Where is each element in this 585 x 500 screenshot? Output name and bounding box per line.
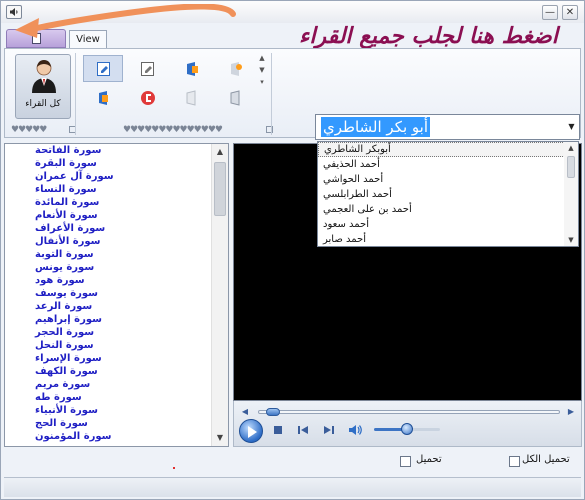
reader-combobox[interactable]: أبو بكر الشاطري ▼ (315, 114, 580, 140)
download-checkbox[interactable] (400, 456, 411, 467)
office-icon (187, 62, 198, 76)
view-icon (97, 62, 110, 76)
gallery-item-office-badge[interactable] (215, 55, 255, 82)
list-item[interactable]: سورة النساء (5, 183, 212, 196)
volume-thumb[interactable] (401, 423, 413, 435)
surah-list[interactable]: سورة الفاتحة سورة البقرة سورة آل عمران سورة… (5, 144, 212, 446)
reader-dropdown: أبوبكر الشاطري أحمد الحذيفي أحمد الحواشي أح… (317, 141, 579, 247)
gallery-item-office-2[interactable] (83, 84, 123, 111)
list-item[interactable]: سورة الفاتحة (5, 144, 212, 157)
gallery-item-view[interactable] (83, 55, 123, 82)
marker-dot (173, 467, 175, 469)
list-item[interactable]: أحمد الحواشي (318, 172, 565, 187)
previous-icon[interactable] (296, 423, 310, 437)
list-item[interactable]: سورة الكهف (5, 365, 212, 378)
list-item[interactable]: سورة الأعراف (5, 222, 212, 235)
group-divider (75, 53, 76, 135)
volume-icon[interactable] (348, 423, 362, 437)
surah-list-scrollbar[interactable]: ▲ ▼ (211, 144, 228, 446)
scroll-up-icon[interactable]: ▲ (214, 146, 226, 158)
gallery-item-office[interactable] (171, 55, 211, 82)
list-item[interactable]: سورة الحج (5, 417, 212, 430)
surah-list-panel: سورة الفاتحة سورة البقرة سورة آل عمران سورة… (4, 143, 229, 447)
list-item[interactable]: أحمد بن على العجمي (318, 202, 565, 217)
list-item[interactable]: أحمد الحذيفي (318, 157, 565, 172)
reader-dropdown-scrollbar[interactable]: ▲ ▼ (564, 142, 578, 246)
all-readers-label: كل القراء (25, 99, 61, 109)
reader-combobox-value[interactable]: أبو بكر الشاطري (321, 117, 431, 137)
list-item[interactable]: سورة إبراهيم (5, 313, 212, 326)
list-item[interactable]: أبوبكر الشاطري (318, 142, 565, 157)
list-item[interactable]: سورة يوسف (5, 287, 212, 300)
office-badge-icon (231, 62, 242, 76)
app-window: — ✕ اضغط هنا لجلب جميع القراء View كل ال… (0, 0, 585, 500)
reader-dropdown-list[interactable]: أبوبكر الشاطري أحمد الحذيفي أحمد الحواشي أح… (318, 142, 565, 246)
download-all-checkbox[interactable] (509, 456, 520, 467)
scroll-down-icon[interactable]: ▼ (214, 432, 226, 444)
list-item[interactable]: سورة مريم (5, 378, 212, 391)
download-options: تحميل الكل تحميل (4, 449, 581, 473)
list-item[interactable]: سورة آل عمران (5, 170, 212, 183)
seek-forward-icon[interactable]: ▶ (566, 407, 576, 417)
play-button[interactable] (239, 419, 263, 443)
chevron-down-icon[interactable]: ▼ (564, 115, 579, 139)
annotation-arrow-icon (15, 4, 236, 38)
style-gallery: ▲ ▼ ▾ (81, 52, 269, 116)
edit-icon (141, 62, 154, 76)
person-icon (32, 60, 56, 93)
blank-page-icon (186, 90, 196, 106)
list-item[interactable]: سورة الحجر (5, 326, 212, 339)
list-item[interactable]: سورة النحل (5, 339, 212, 352)
list-item[interactable]: سورة الأنعام (5, 209, 212, 222)
status-bar (4, 477, 581, 497)
list-item[interactable]: سورة البقرة (5, 157, 212, 170)
gallery-scroll[interactable]: ▲ ▼ ▾ (257, 52, 267, 114)
download-all-label: تحميل الكل (522, 454, 570, 465)
seek-track[interactable] (258, 410, 560, 414)
page-icon (230, 90, 240, 106)
close-button[interactable]: ✕ (562, 5, 578, 20)
scroll-thumb[interactable] (567, 156, 575, 178)
list-item[interactable]: سورة طه (5, 391, 212, 404)
scroll-thumb[interactable] (214, 162, 226, 216)
stop-icon[interactable] (271, 423, 285, 437)
list-item[interactable]: سورة المائدة (5, 196, 212, 209)
readers-group: كل القراء (9, 51, 73, 121)
office-icon (99, 91, 108, 105)
media-player-controls: ◀ ▶ (233, 401, 582, 447)
minimize-button[interactable]: — (542, 5, 558, 20)
seek-back-icon[interactable]: ◀ (240, 407, 250, 417)
seek-thumb[interactable] (266, 408, 280, 416)
next-icon[interactable] (322, 423, 336, 437)
office-logo-icon (141, 91, 155, 105)
list-item[interactable]: سورة المؤمنون (5, 430, 212, 443)
all-readers-button[interactable]: كل القراء (15, 54, 71, 119)
list-item[interactable]: سورة يونس (5, 261, 212, 274)
scroll-down-icon[interactable]: ▼ (565, 235, 577, 245)
list-item[interactable]: سورة الأنبياء (5, 404, 212, 417)
list-item[interactable]: أحمد صابر (318, 232, 565, 246)
list-item[interactable]: سورة الرعد (5, 300, 212, 313)
gallery-item-office-logo[interactable] (127, 84, 167, 111)
group-divider (271, 53, 272, 135)
list-item[interactable]: أحمد سعود (318, 217, 565, 232)
download-label: تحميل (416, 454, 442, 465)
gallery-item-edit[interactable] (127, 55, 167, 82)
scroll-up-icon[interactable]: ▲ (565, 143, 577, 153)
list-item[interactable]: سورة الأنفال (5, 235, 212, 248)
gallery-item-blank-page[interactable] (171, 84, 211, 111)
seek-bar[interactable]: ◀ ▶ (240, 407, 578, 417)
gallery-group-caption: ♥♥♥♥♥♥♥♥♥♥♥♥♥♥ (123, 125, 223, 135)
gallery-item-page[interactable] (215, 84, 255, 111)
list-item[interactable]: أحمد الطرابلسي (318, 187, 565, 202)
readers-group-caption: ♥♥♥♥♥ (11, 125, 47, 135)
list-item[interactable]: سورة الإسراء (5, 352, 212, 365)
list-item[interactable]: سورة هود (5, 274, 212, 287)
list-item[interactable]: سورة التوبة (5, 248, 212, 261)
